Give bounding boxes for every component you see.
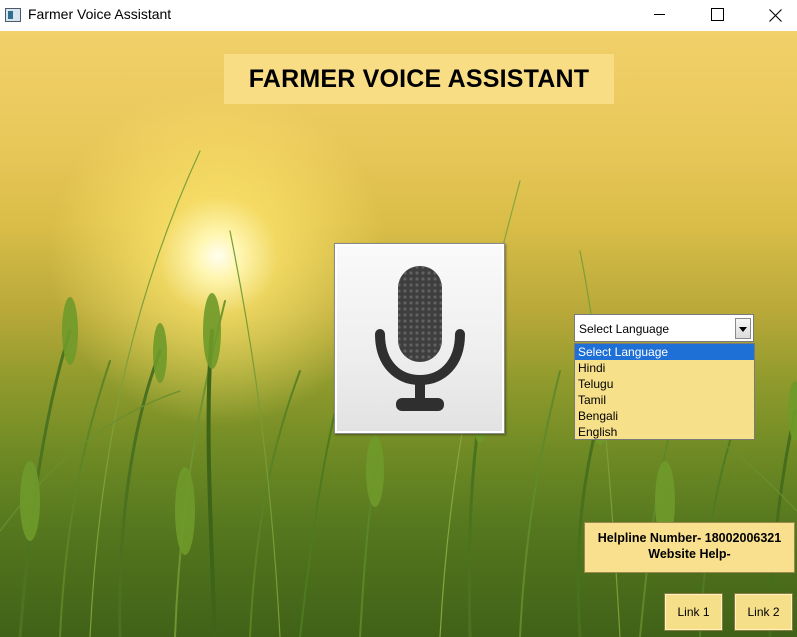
link-1-button[interactable]: Link 1 <box>664 593 723 631</box>
page-title-banner: FARMER VOICE ASSISTANT <box>224 54 614 104</box>
website-help: Website Help- <box>648 547 731 561</box>
close-icon[interactable] <box>752 0 797 31</box>
minimize-icon[interactable] <box>636 0 682 31</box>
microphone-icon <box>375 266 465 411</box>
voice-input-button[interactable] <box>334 243 505 434</box>
link-2-button[interactable]: Link 2 <box>734 593 793 631</box>
maximize-icon[interactable] <box>694 0 740 31</box>
language-option[interactable]: Bengali <box>575 408 754 424</box>
chevron-down-icon[interactable] <box>735 318 751 339</box>
window-title-bar: Farmer Voice Assistant <box>0 0 797 31</box>
language-option[interactable]: Select Language <box>575 344 754 360</box>
language-option[interactable]: Telugu <box>575 376 754 392</box>
window-title: Farmer Voice Assistant <box>28 6 172 22</box>
language-option[interactable]: Hindi <box>575 360 754 376</box>
language-option[interactable]: English <box>575 424 754 440</box>
helpline-panel: Helpline Number- 18002006321 Website Hel… <box>584 522 795 573</box>
language-option[interactable]: Tamil <box>575 392 754 408</box>
language-dropdown-list: Select Language Hindi Telugu Tamil Benga… <box>574 343 755 440</box>
page-title: FARMER VOICE ASSISTANT <box>248 64 590 93</box>
language-select-value: Select Language <box>579 322 670 336</box>
app-icon <box>5 8 21 22</box>
helpline-number: Helpline Number- 18002006321 <box>597 531 782 545</box>
language-select[interactable]: Select Language <box>574 314 754 342</box>
